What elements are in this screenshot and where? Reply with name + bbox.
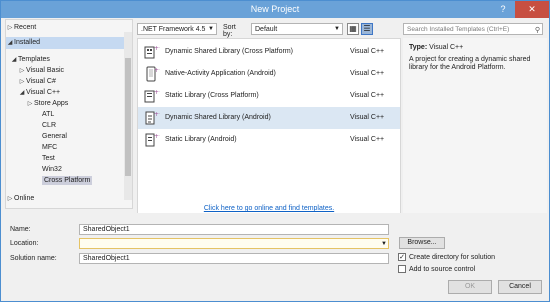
tree-scrollbar[interactable] xyxy=(124,32,132,200)
collapse-arrow-icon[interactable]: ◢ xyxy=(18,87,26,99)
svg-text:++: ++ xyxy=(154,133,160,140)
tree-item-cross-platform[interactable]: Cross Platform xyxy=(42,175,93,187)
template-name: Static Library (Cross Platform) xyxy=(165,92,259,99)
list-view-button[interactable]: ☰ xyxy=(361,23,373,35)
window-title: New Project xyxy=(250,4,300,14)
type-label: Type: xyxy=(409,44,428,51)
help-button[interactable]: ? xyxy=(491,1,515,18)
tree-recent[interactable]: ▷ Recent xyxy=(6,22,124,34)
chevron-down-icon[interactable]: ▼ xyxy=(381,239,387,249)
expand-arrow-icon[interactable]: ▷ xyxy=(6,22,14,34)
template-language: Visual C++ xyxy=(350,92,385,99)
cross-platform-library-icon: ++ xyxy=(144,45,160,59)
svg-text:++: ++ xyxy=(154,89,160,96)
type-line: Type: Visual C++ xyxy=(409,44,463,51)
collapse-arrow-icon[interactable]: ◢ xyxy=(6,37,14,49)
template-row[interactable]: ++ Static Library (Cross Platform) Visua… xyxy=(138,85,400,107)
tree-scrollbar-thumb[interactable] xyxy=(125,58,131,176)
project-form: Name: SharedObject1 Location: ▼ Browse..… xyxy=(1,213,549,301)
close-button[interactable]: ✕ xyxy=(515,1,549,18)
svg-text:++: ++ xyxy=(154,45,160,52)
static-library-icon: ++ xyxy=(144,89,160,103)
sort-label: Sort by: xyxy=(223,24,236,38)
add-source-control-checkbox[interactable]: Add to source control xyxy=(398,265,475,273)
template-language: Visual C++ xyxy=(350,70,385,77)
location-label: Location: xyxy=(10,240,39,247)
android-library-icon: ++ xyxy=(145,111,160,125)
template-language: Visual C++ xyxy=(350,114,385,121)
svg-text:++: ++ xyxy=(154,67,160,74)
small-icons-view-button[interactable]: ▦ xyxy=(347,23,359,35)
tree-online[interactable]: ▷ Online xyxy=(6,193,124,205)
template-row[interactable]: ++ Static Library (Android) Visual C++ xyxy=(138,129,400,151)
svg-text:++: ++ xyxy=(154,111,160,118)
solution-name-label: Solution name: xyxy=(10,255,57,262)
solution-name-field[interactable]: SharedObject1 xyxy=(79,253,389,264)
type-value: Visual C++ xyxy=(429,44,464,51)
chevron-down-icon: ▼ xyxy=(334,26,340,32)
template-name: Dynamic Shared Library (Cross Platform) xyxy=(165,48,293,55)
list-icon: ☰ xyxy=(363,24,371,33)
template-row[interactable]: ++ Dynamic Shared Library (Cross Platfor… xyxy=(138,41,400,63)
name-label: Name: xyxy=(10,226,31,233)
expand-arrow-icon[interactable]: ▷ xyxy=(6,193,14,205)
ok-button[interactable]: OK xyxy=(448,280,492,294)
create-directory-checkbox[interactable]: ✓ Create directory for solution xyxy=(398,253,495,261)
template-row[interactable]: ++ Native-Activity Application (Android)… xyxy=(138,63,400,85)
template-name: Dynamic Shared Library (Android) xyxy=(165,114,271,121)
online-templates-link[interactable]: Click here to go online and find templat… xyxy=(138,205,400,212)
search-input[interactable]: Search Installed Templates (Ctrl+E) ⚲ xyxy=(403,23,543,35)
template-list: ++ Dynamic Shared Library (Cross Platfor… xyxy=(137,38,401,218)
browse-button[interactable]: Browse... xyxy=(399,237,445,249)
android-static-library-icon: ++ xyxy=(145,133,160,147)
search-icon: ⚲ xyxy=(534,27,540,34)
template-tree: ▷ Recent ◢ Installed ◢ Templates ▷ Visual Ba… xyxy=(5,19,133,209)
grid-icon: ▦ xyxy=(349,24,357,33)
framework-dropdown[interactable]: .NET Framework 4.5 ▼ xyxy=(137,23,217,35)
template-language: Visual C++ xyxy=(350,136,385,143)
new-project-dialog: New Project ? ✕ ▷ Recent ◢ Installed ◢ Temp… xyxy=(0,0,550,302)
title-bar: New Project ? ✕ xyxy=(1,1,549,18)
empty-checkbox-icon[interactable] xyxy=(398,265,406,273)
chevron-down-icon: ▼ xyxy=(208,26,214,32)
template-name: Static Library (Android) xyxy=(165,136,237,143)
template-language: Visual C++ xyxy=(350,48,385,55)
android-app-icon: ++ xyxy=(146,66,160,82)
location-field[interactable]: ▼ xyxy=(79,238,389,249)
template-details-pane: Type: Visual C++ A project for creating … xyxy=(403,38,547,218)
sort-dropdown[interactable]: Default ▼ xyxy=(251,23,343,35)
cancel-button[interactable]: Cancel xyxy=(498,280,542,294)
name-field[interactable]: SharedObject1 xyxy=(79,224,389,235)
template-description: A project for creating a dynamic shared … xyxy=(409,56,531,71)
tree-installed[interactable]: ◢ Installed xyxy=(6,37,132,49)
template-row-selected[interactable]: ++ Dynamic Shared Library (Android) Visu… xyxy=(138,107,400,129)
template-name: Native-Activity Application (Android) xyxy=(165,70,276,77)
collapse-arrow-icon[interactable]: ◢ xyxy=(10,54,18,66)
expand-arrow-icon[interactable]: ▷ xyxy=(26,98,34,110)
checkmark-icon[interactable]: ✓ xyxy=(398,253,406,261)
